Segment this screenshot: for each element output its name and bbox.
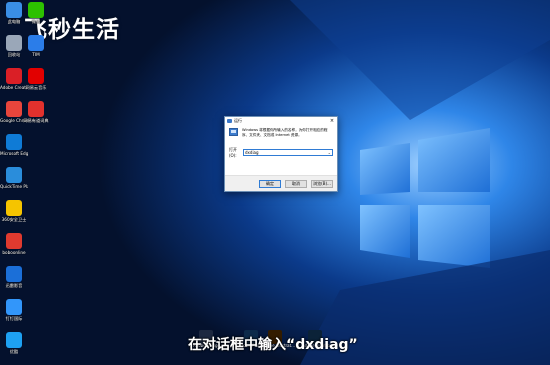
run-icon bbox=[227, 119, 232, 123]
edge-icon bbox=[6, 134, 22, 150]
computer-icon bbox=[6, 2, 22, 18]
browse-button[interactable]: 浏览(B)... bbox=[311, 179, 333, 188]
desktop-shortcut-label: 微信 bbox=[31, 19, 41, 24]
desktop-shortcut-label: 钉钉国际 bbox=[5, 316, 23, 321]
instruction-subtitle: 在对话框中输入“dxdiag” bbox=[188, 337, 358, 353]
run-dialog-title: 运行 bbox=[234, 118, 242, 123]
desktop-shortcut-label: Microsoft Edge bbox=[0, 151, 28, 156]
desktop-shortcut[interactable]: Microsoft Edge bbox=[0, 134, 28, 156]
wechat-icon bbox=[28, 2, 44, 18]
dingtalk-icon bbox=[6, 299, 22, 315]
desktop-shortcut-label: boboonline bbox=[2, 250, 26, 255]
close-icon[interactable]: × bbox=[327, 117, 337, 125]
desktop-shortcut-label: TIM bbox=[32, 52, 40, 57]
run-program-icon bbox=[229, 128, 238, 136]
youdao-icon bbox=[28, 101, 44, 117]
run-description: Windows 将根据你所输入的名称，为你打开相应的程序、文件夹、文档或 Int… bbox=[242, 128, 328, 137]
desktop-shortcut-label: QuickTime Player bbox=[0, 184, 28, 189]
chrome-icon bbox=[6, 101, 22, 117]
desktop-shortcut[interactable]: 优酷 bbox=[0, 332, 28, 354]
quicktime-icon bbox=[6, 167, 22, 183]
desktop-shortcut[interactable]: boboonline bbox=[0, 233, 28, 255]
desktop-shortcut[interactable]: 网易云音乐 bbox=[22, 68, 50, 90]
desktop-shortcut[interactable]: 360安全卫士 bbox=[0, 200, 28, 222]
cancel-button[interactable]: 取消 bbox=[285, 179, 307, 188]
recycle-bin-icon bbox=[6, 35, 22, 51]
chevron-down-icon[interactable]: ⌄ bbox=[328, 150, 332, 155]
xunlei-player-icon bbox=[6, 266, 22, 282]
desktop-shortcut[interactable]: 钉钉国际 bbox=[0, 299, 28, 321]
desktop-shortcut[interactable]: QuickTime Player bbox=[0, 167, 28, 189]
desktop-shortcut-label: 优酷 bbox=[9, 349, 19, 354]
desktop-shortcut[interactable]: 微信 bbox=[22, 2, 50, 24]
desktop-shortcut-label: 网易云音乐 bbox=[25, 85, 47, 90]
bobo-icon bbox=[6, 233, 22, 249]
desktop-shortcut[interactable]: TIM bbox=[22, 35, 50, 57]
open-input[interactable]: dxdiag ⌄ bbox=[243, 149, 333, 157]
360-security-icon bbox=[6, 200, 22, 216]
tim-icon bbox=[28, 35, 44, 51]
desktop-shortcut[interactable]: 迅雷影音 bbox=[0, 266, 28, 288]
open-label: 打开(O): bbox=[229, 147, 237, 159]
desktop-shortcut[interactable]: 网易有道词典 bbox=[22, 101, 50, 123]
ok-button[interactable]: 确定 bbox=[259, 179, 281, 188]
run-dialog-titlebar[interactable]: 运行 × bbox=[225, 117, 337, 125]
adobe-creative-cloud-icon bbox=[6, 68, 22, 84]
youku-icon bbox=[6, 332, 22, 348]
desktop-shortcut-label: 360安全卫士 bbox=[1, 217, 27, 222]
desktop-shortcut-label: 网易有道词典 bbox=[23, 118, 49, 123]
netease-music-icon bbox=[28, 68, 44, 84]
desktop-shortcut-label: 迅雷影音 bbox=[5, 283, 23, 288]
open-input-value[interactable]: dxdiag bbox=[245, 150, 259, 155]
run-dialog[interactable]: 运行 × Windows 将根据你所输入的名称，为你打开相应的程序、文件夹、文档… bbox=[224, 116, 338, 192]
